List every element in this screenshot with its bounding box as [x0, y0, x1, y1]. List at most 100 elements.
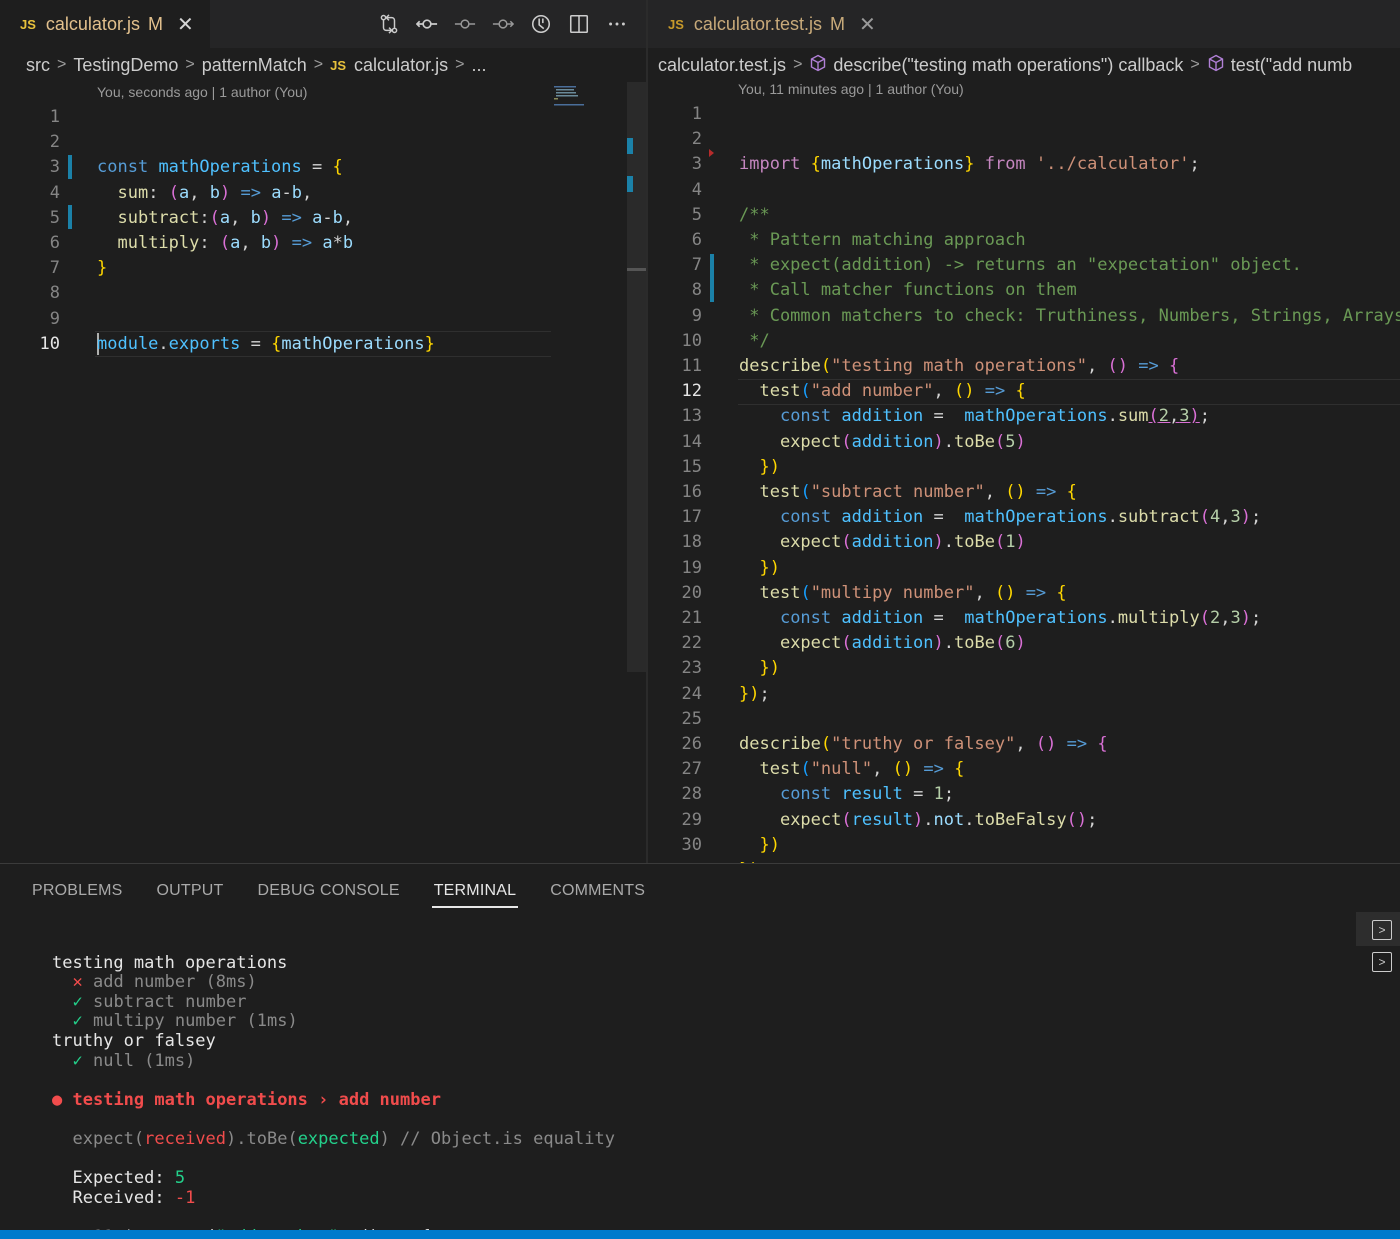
scroll-change-marker	[627, 176, 633, 192]
terminal-instance-icon[interactable]: >	[1372, 952, 1392, 972]
code-line: const addition = mathOperations.sum(2,3)…	[779, 406, 1211, 427]
timeline-icon[interactable]	[529, 10, 553, 38]
chevron-right-icon: >	[455, 56, 465, 73]
tab-calculator-js[interactable]: JS calculator.js M ✕	[0, 0, 210, 48]
blame-annotation: You, 11 minutes ago | 1 author (You)	[738, 81, 964, 97]
code-line: const result = 1;	[779, 784, 955, 805]
method-cube-icon	[1207, 54, 1225, 77]
left-editor-pane: JS calculator.js M ✕ src > TestingDemo >…	[0, 0, 647, 863]
breakpoint-marker	[709, 149, 714, 157]
breadcrumb-item[interactable]: calculator.js	[354, 55, 448, 76]
right-editor-pane: JS calculator.test.js M ✕ calculator.tes…	[648, 0, 1400, 863]
tab-debug-console[interactable]: DEBUG CONSOLE	[258, 864, 400, 912]
code-line: })	[759, 834, 780, 855]
code-line: });	[739, 683, 770, 704]
breadcrumb-item[interactable]: patternMatch	[202, 55, 307, 76]
modified-line-bar	[68, 155, 72, 179]
code-line: })	[759, 557, 780, 578]
right-breadcrumb: calculator.test.js > describe("testing m…	[648, 48, 1400, 82]
blame-annotation: You, seconds ago | 1 author (You)	[97, 84, 308, 100]
chevron-right-icon: >	[1190, 56, 1200, 73]
breadcrumb-item[interactable]: calculator.test.js	[658, 55, 786, 76]
terminal-line: ✕ add number (8ms)	[72, 972, 257, 993]
code-line: subtract:(a, b) => a-b,	[117, 207, 354, 228]
line-number-gutter: 1 2 3 4 5 6 7 8 9 10	[39, 107, 60, 354]
previous-change-icon[interactable]	[453, 10, 477, 38]
code-line: * Common matchers to check: Truthiness, …	[739, 305, 1400, 326]
fail-bullet-icon: ●	[52, 1089, 63, 1110]
editor-toolbar	[377, 10, 629, 38]
code-line: */	[739, 330, 770, 351]
tab-calculator-test-js[interactable]: JS calculator.test.js M ✕	[648, 0, 886, 48]
code-line: module.exports = {mathOperations}	[97, 333, 435, 354]
right-tab-bar: JS calculator.test.js M ✕	[648, 0, 1400, 48]
line-number-gutter: 1 2 3 4 5 6 7 8 9 10 11 12 13 14 15 16 1…	[681, 104, 702, 855]
terminal-line: truthy or falsey	[52, 1030, 216, 1051]
scroll-change-marker	[627, 138, 633, 154]
git-compare-icon[interactable]	[377, 10, 401, 38]
code-line: * Call matcher functions on them	[739, 280, 1077, 301]
split-editor-icon[interactable]	[567, 10, 591, 38]
breadcrumb-item[interactable]: test("add numb	[1231, 55, 1352, 76]
code-line: describe("testing math operations", () =…	[739, 356, 1180, 377]
code-line: })	[759, 456, 780, 477]
code-line: expect(addition).toBe(6)	[779, 633, 1026, 654]
terminal-output[interactable]: testing math operations ✕ add number (8m…	[52, 934, 615, 1239]
code-editor-left[interactable]: const mathOperations = { sum: (a, b) => …	[97, 105, 435, 433]
code-editor-right[interactable]: import {mathOperations} from '../calcula…	[739, 102, 1400, 863]
tab-problems[interactable]: PROBLEMS	[32, 864, 123, 912]
js-file-icon: JS	[330, 57, 347, 73]
code-line: const addition = mathOperations.subtract…	[779, 507, 1262, 528]
left-scrollbar[interactable]	[627, 82, 647, 672]
code-line: /**	[739, 204, 770, 225]
code-line: test("add number", () => {	[759, 381, 1026, 402]
breadcrumb-item[interactable]: ...	[471, 55, 486, 76]
breadcrumb-item[interactable]: src	[26, 55, 50, 76]
js-file-icon: JS	[668, 16, 684, 32]
modified-indicator: M	[147, 13, 163, 34]
tab-comments[interactable]: COMMENTS	[550, 864, 645, 912]
code-line: })	[759, 658, 780, 679]
chevron-right-icon: >	[793, 56, 803, 73]
code-line: expect(addition).toBe(1)	[779, 532, 1026, 553]
scroll-cursor-marker	[627, 268, 647, 271]
fail-x-icon: ✕	[72, 972, 83, 993]
close-icon[interactable]: ✕	[177, 12, 194, 37]
terminal-instance-icon[interactable]: >	[1372, 920, 1392, 940]
left-tab-bar: JS calculator.js M ✕	[0, 0, 647, 48]
tab-label: calculator.js	[45, 13, 140, 34]
breadcrumb-item[interactable]: describe("testing math operations") call…	[833, 55, 1183, 76]
check-icon: ✓	[72, 1011, 83, 1032]
terminal-line: Received: -1	[72, 1187, 196, 1208]
left-breadcrumb: src > TestingDemo > patternMatch > JS ca…	[0, 48, 647, 82]
chevron-right-icon: >	[313, 56, 324, 73]
code-line: test("multipy number", () => {	[759, 582, 1067, 603]
code-line: * Pattern matching approach	[739, 230, 1026, 251]
terminal-line: Expected: 5	[72, 1168, 186, 1189]
code-line: expect(addition).toBe(5)	[779, 431, 1026, 452]
more-actions-icon[interactable]	[605, 10, 629, 38]
tab-terminal[interactable]: TERMINAL	[431, 864, 518, 912]
code-line: test("null", () => {	[759, 759, 965, 780]
code-line: describe("truthy or falsey", () => {	[739, 734, 1108, 755]
close-icon[interactable]: ✕	[859, 12, 876, 37]
git-commit-icon[interactable]	[415, 10, 439, 38]
code-line: multiply: (a, b) => a*b	[117, 233, 354, 254]
terminal-line: ✓ multipy number (1ms)	[72, 1011, 298, 1032]
next-change-icon[interactable]	[491, 10, 515, 38]
tab-output[interactable]: OUTPUT	[157, 864, 224, 912]
tab-label: calculator.test.js	[693, 13, 822, 34]
terminal-line: ● testing math operations › add number	[52, 1089, 441, 1110]
code-line: sum: (a, b) => a-b,	[117, 182, 313, 203]
breadcrumb-item[interactable]: TestingDemo	[73, 55, 178, 76]
minimap[interactable]	[552, 84, 612, 114]
code-line: expect(result).not.toBeFalsy();	[779, 809, 1098, 830]
chevron-right-icon: >	[185, 56, 195, 73]
